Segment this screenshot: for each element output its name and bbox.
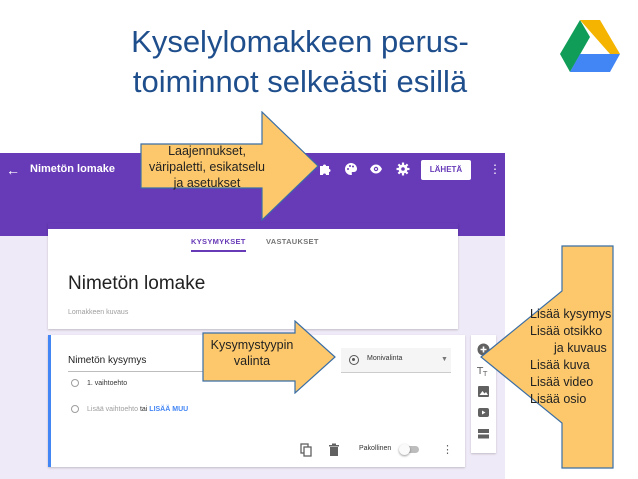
gear-icon[interactable]: [396, 162, 410, 176]
back-arrow-icon[interactable]: ←: [6, 163, 20, 177]
slide-title-line-2: toiminnot selkeästi esillä: [132, 64, 468, 99]
slide-title: Kyselylomakkeen perus- toiminnot selkeäs…: [100, 22, 500, 102]
callout-line: väripaletti, esikatselu: [148, 160, 266, 174]
radio-button-icon: [349, 355, 359, 365]
callout-line: Lisää kysymys: [530, 307, 612, 321]
callout-line: ja asetukset: [173, 176, 241, 190]
dropdown-arrow-icon: ▼: [441, 356, 448, 363]
add-option-joiner: tai: [139, 405, 148, 413]
callout-top-text: Laajennukset, väripaletti, esikatselu ja…: [142, 143, 272, 191]
trash-icon[interactable]: [328, 443, 340, 457]
palette-icon[interactable]: [344, 162, 358, 176]
puzzle-icon[interactable]: [318, 162, 332, 176]
slide-title-line-1: Kyselylomakkeen perus-: [131, 24, 469, 59]
question-type-select[interactable]: Monivalinta ▼: [341, 348, 451, 373]
form-title-field[interactable]: Nimetön lomake: [68, 273, 205, 295]
question-type-label: Monivalinta: [367, 355, 403, 362]
eye-icon[interactable]: [369, 162, 383, 176]
radio-empty-icon: [71, 379, 79, 387]
question-footer: Pakollinen ⋮: [294, 443, 464, 459]
callout-line: valinta: [233, 354, 271, 368]
required-toggle[interactable]: [399, 444, 419, 455]
google-drive-logo: [560, 20, 620, 72]
callout-question-type-text: Kysymystyypin valinta: [204, 337, 300, 369]
more-vert-icon[interactable]: ⋮: [442, 443, 453, 456]
callout-right-text: Lisää kysymys Lisää otsikko ja kuvaus Li…: [530, 306, 614, 408]
required-label: Pakollinen: [359, 445, 392, 452]
form-title-card: KYSYMYKSET VASTAUKSET Nimetön lomake Lom…: [48, 223, 458, 329]
callout-line: Kysymystyypin: [210, 338, 294, 352]
option-row: 1. vaihtoehto: [71, 379, 127, 387]
callout-line: Lisää kuva: [530, 358, 590, 372]
callout-line: ja kuvaus: [554, 341, 607, 355]
add-option-row: Lisää vaihtoehto tai LISÄÄ MUU: [71, 405, 188, 413]
callout-line: Lisää otsikko: [530, 324, 603, 338]
add-other-link[interactable]: LISÄÄ MUU: [149, 406, 188, 413]
option-label[interactable]: 1. vaihtoehto: [87, 380, 127, 387]
callout-line: Laajennukset,: [168, 144, 246, 158]
callout-line: Lisää video: [530, 375, 594, 389]
form-name[interactable]: Nimetön lomake: [30, 163, 115, 175]
more-vert-icon[interactable]: ⋮: [489, 163, 501, 175]
add-option-link[interactable]: Lisää vaihtoehto: [87, 406, 138, 413]
form-description-field[interactable]: Lomakkeen kuvaus: [68, 309, 128, 316]
tab-questions[interactable]: KYSYMYKSET: [191, 237, 246, 252]
radio-empty-icon: [71, 405, 79, 413]
copy-icon[interactable]: [300, 443, 312, 457]
callout-line: Lisää osio: [530, 392, 587, 406]
tab-responses[interactable]: VASTAUKSET: [266, 237, 319, 246]
send-button[interactable]: LÄHETÄ: [421, 160, 471, 180]
